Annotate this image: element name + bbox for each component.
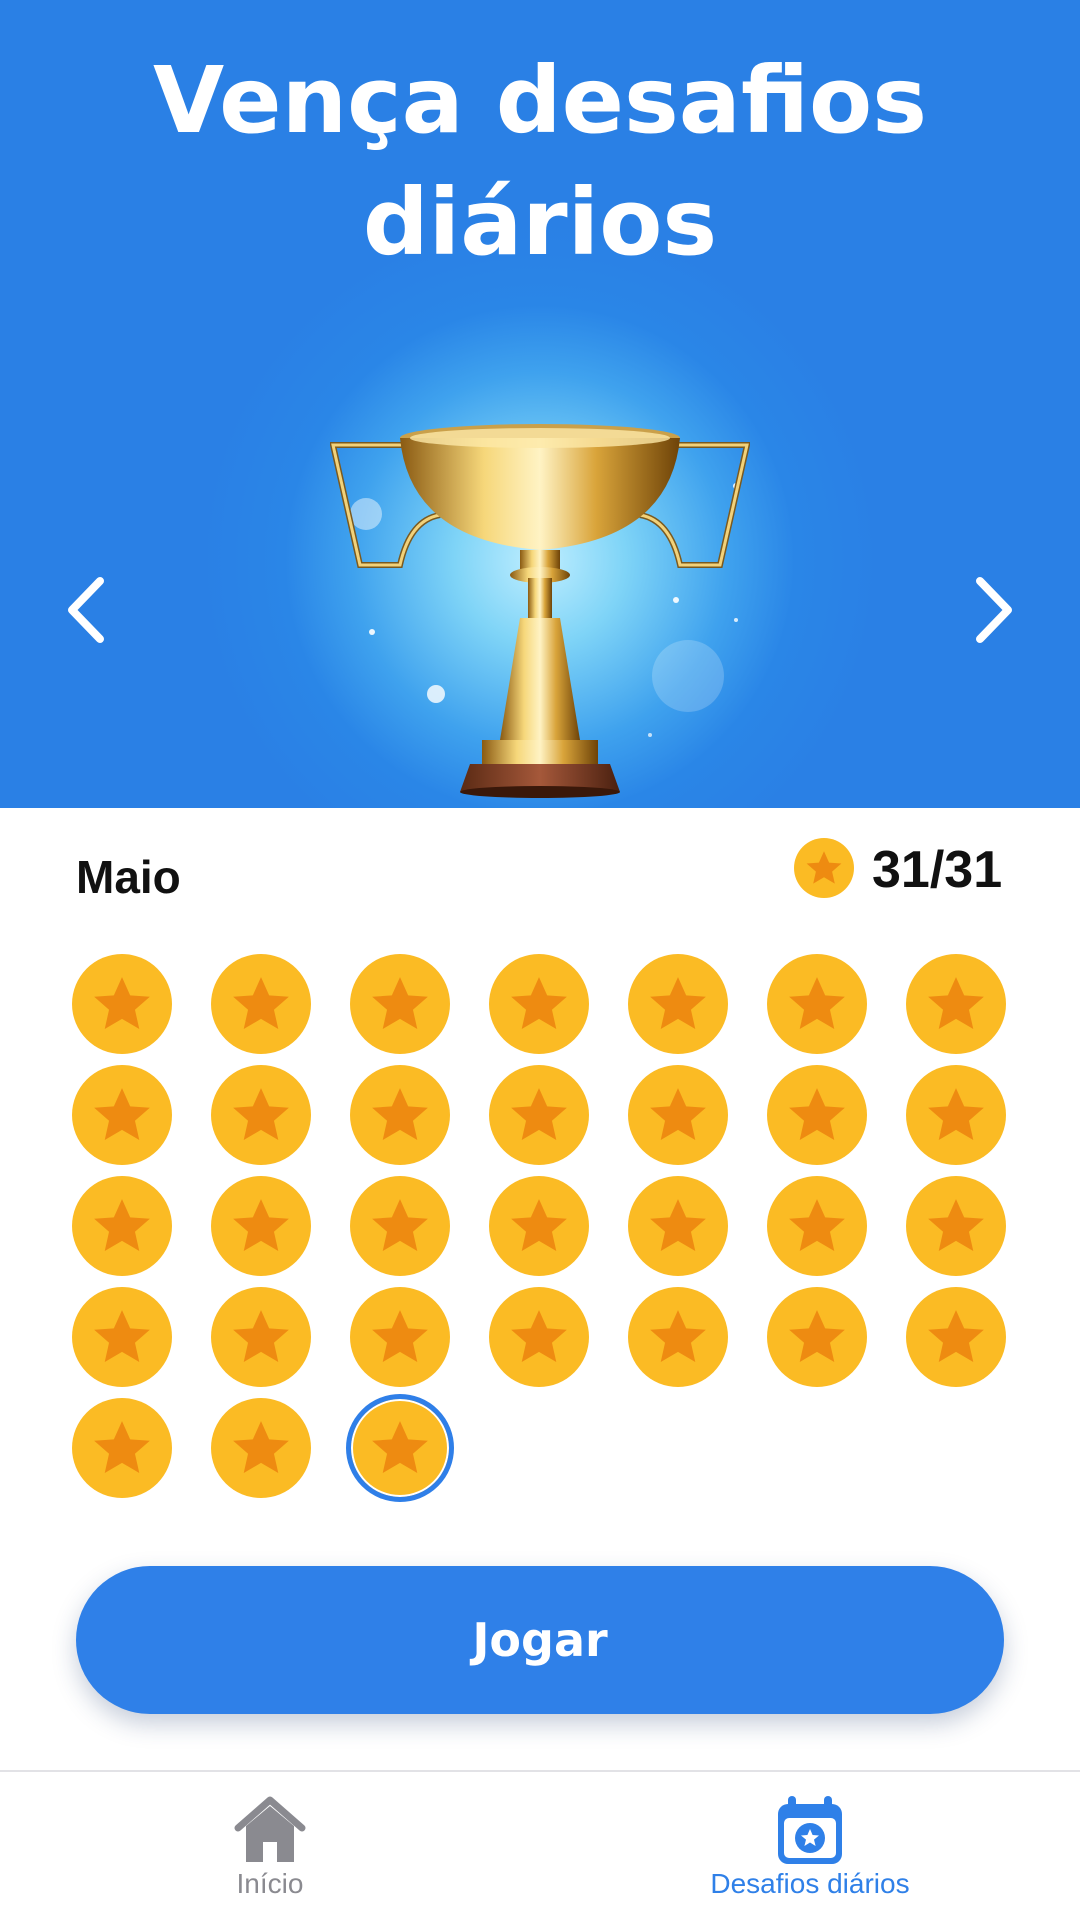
day-coin[interactable] — [767, 954, 867, 1054]
star-icon — [94, 977, 150, 1029]
day-coin[interactable] — [211, 1287, 311, 1387]
day-coin[interactable] — [211, 954, 311, 1054]
day-coin[interactable] — [489, 954, 589, 1054]
day-coin[interactable] — [489, 1287, 589, 1387]
day-coin[interactable] — [72, 1287, 172, 1387]
star-icon — [233, 1310, 289, 1362]
day-coin[interactable] — [767, 1287, 867, 1387]
day-coin[interactable] — [767, 1176, 867, 1276]
day-coin[interactable] — [72, 954, 172, 1054]
star-icon — [650, 1310, 706, 1362]
day-coin[interactable] — [906, 1176, 1006, 1276]
day-coin[interactable] — [906, 1287, 1006, 1387]
star-coin-icon — [794, 838, 854, 898]
hero-banner: Vença desafios diários — [0, 0, 1080, 808]
star-icon — [511, 1310, 567, 1362]
hero-title-line1: Vença desafios — [153, 47, 927, 154]
hero-title-line2: diários — [362, 169, 718, 276]
day-coin[interactable] — [72, 1398, 172, 1498]
day-coin[interactable] — [489, 1065, 589, 1165]
month-summary: Maio 31/31 — [0, 808, 1080, 934]
day-coin[interactable] — [350, 1287, 450, 1387]
day-coin[interactable] — [767, 1065, 867, 1165]
calendar-star-icon — [778, 1796, 842, 1864]
star-icon — [233, 977, 289, 1029]
tab-daily-challenges-label: Desafios diários — [710, 1868, 910, 1899]
star-icon — [94, 1088, 150, 1140]
star-icon — [233, 1421, 289, 1473]
chevron-right-icon — [976, 577, 1012, 643]
star-icon — [233, 1088, 289, 1140]
day-coin[interactable] — [906, 1065, 1006, 1165]
trophy-image — [330, 424, 750, 798]
day-coin[interactable] — [350, 1065, 450, 1165]
tab-daily-challenges[interactable]: Desafios diários — [660, 1772, 960, 1922]
star-icon — [372, 1199, 428, 1251]
day-coin[interactable] — [211, 1398, 311, 1498]
star-icon — [928, 977, 984, 1029]
play-button[interactable]: Jogar — [76, 1566, 1004, 1714]
completed-count: 31/31 — [872, 841, 1003, 899]
star-icon — [789, 1088, 845, 1140]
day-coin[interactable] — [628, 1065, 728, 1165]
star-icon — [372, 1088, 428, 1140]
star-icon — [511, 1199, 567, 1251]
day-grid — [72, 954, 1012, 1502]
tab-home[interactable]: Início — [120, 1772, 420, 1922]
next-button[interactable] — [956, 572, 1032, 648]
star-icon — [372, 1421, 428, 1473]
star-icon — [928, 1199, 984, 1251]
day-coin[interactable] — [211, 1065, 311, 1165]
star-icon — [94, 1421, 150, 1473]
chevron-left-icon — [68, 577, 104, 643]
star-icon — [650, 1088, 706, 1140]
star-icon — [789, 977, 845, 1029]
star-icon — [928, 1310, 984, 1362]
previous-button[interactable] — [48, 572, 124, 648]
star-icon — [94, 1199, 150, 1251]
day-coin[interactable] — [72, 1176, 172, 1276]
star-icon — [928, 1088, 984, 1140]
day-coin[interactable] — [628, 1176, 728, 1276]
bottom-tab-bar: Início Desafios diários — [0, 1770, 1080, 1922]
star-icon — [650, 1199, 706, 1251]
star-icon — [650, 977, 706, 1029]
star-icon — [511, 1088, 567, 1140]
day-coin[interactable] — [906, 954, 1006, 1054]
day-coin[interactable] — [628, 1287, 728, 1387]
day-coin[interactable] — [628, 954, 728, 1054]
day-coin[interactable] — [72, 1065, 172, 1165]
star-icon — [789, 1310, 845, 1362]
day-coin[interactable] — [489, 1176, 589, 1276]
day-coin[interactable] — [350, 954, 450, 1054]
hero-title: Vença desafios diários — [0, 40, 1080, 284]
day-coin[interactable] — [211, 1176, 311, 1276]
star-icon — [233, 1199, 289, 1251]
star-icon — [372, 1310, 428, 1362]
tab-home-label: Início — [236, 1868, 304, 1899]
day-coin[interactable] — [350, 1176, 450, 1276]
month-label: Maio — [76, 851, 181, 903]
day-coin[interactable] — [346, 1394, 454, 1502]
home-icon — [234, 1796, 306, 1862]
star-icon — [511, 977, 567, 1029]
star-icon — [372, 977, 428, 1029]
star-icon — [789, 1199, 845, 1251]
star-icon — [94, 1310, 150, 1362]
